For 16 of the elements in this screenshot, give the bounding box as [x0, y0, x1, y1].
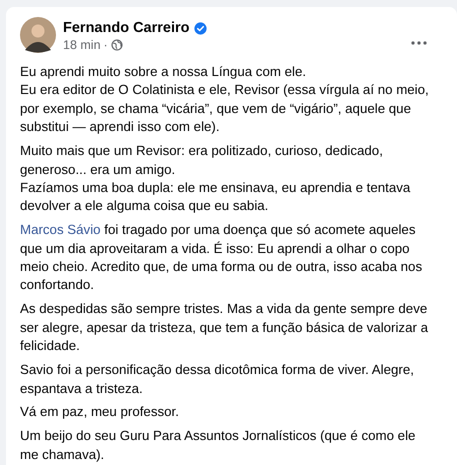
- post-text: Vá em paz, meu professor.: [20, 403, 180, 422]
- post-text: Eu aprendi muito sobre a nossa Língua com ele.: [20, 63, 308, 81]
- post-text: Savio foi a personificação dessa dicotômica forma de viver. Alegre, espantava a tristeza.: [20, 361, 415, 398]
- author-name[interactable]: Fernando Carreiro: [63, 19, 190, 37]
- separator: ·: [104, 37, 108, 53]
- post-text: As despedidas são sempre tristes. Mas a vida da gente sempre deve ser alegre, apesar da tristeza, que tem a função básica de valorizar a felicidade.: [20, 300, 429, 356]
- profile-link[interactable]: Marcos Sávio: [20, 222, 101, 238]
- post-text: Muito mais que um Revisor: era politizado, curioso, dedicado, generoso... era um amigo.: [20, 142, 384, 179]
- globe-icon[interactable]: [110, 39, 123, 51]
- avatar[interactable]: [20, 17, 56, 53]
- post-time[interactable]: 18 min: [63, 37, 101, 53]
- post-text: Marcos Sávio foi tragado por uma doença que só acomete aqueles que um dia aproveitaram a vida. É isso: Eu aprendi a olhar o copo meio cheio. Acredito que, de uma forma ou de outra, isso acaba nos confortando.: [20, 221, 424, 294]
- post-text: Um beijo do seu Guru Para Assuntos Jornalísticos (que é como ele me chamava).: [20, 427, 416, 464]
- post-text: Fazíamos uma boa dupla: ele me ensinava, eu aprendia e tentava devolver a ele alguma coisa que eu sabia.: [20, 178, 412, 216]
- more-options-icon[interactable]: [411, 41, 427, 45]
- post-text: Eu era editor de O Colatinista e ele, Revisor (essa vírgula aí no meio, por exemplo, se chama “vicária”, que vem de “vigário”, aquele que substitui — aprendi isso com ele).: [20, 81, 430, 136]
